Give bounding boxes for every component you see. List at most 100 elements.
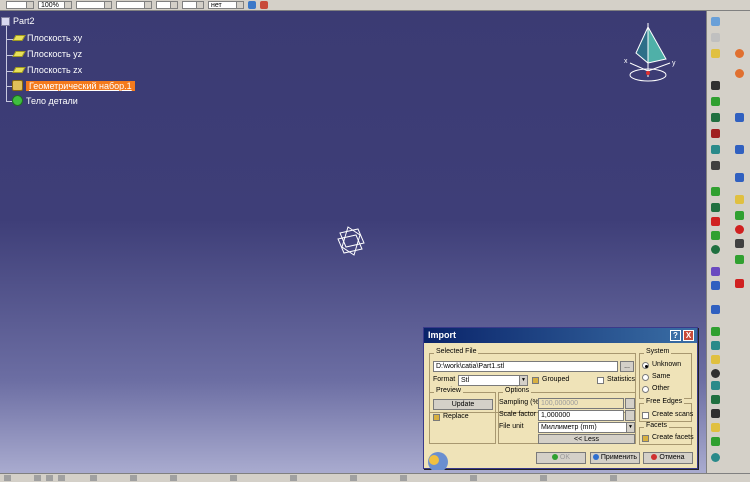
file-unit-select[interactable]: Миллиметр (mm) ▼ (538, 422, 635, 433)
tool-icon[interactable] (711, 423, 720, 432)
tool-icon[interactable] (711, 305, 720, 314)
tool-icon[interactable] (711, 81, 720, 90)
system-same-radio[interactable] (642, 374, 649, 381)
lineweight-combo[interactable] (116, 1, 152, 9)
tool-icon[interactable] (735, 113, 744, 122)
tool-icon[interactable] (735, 145, 744, 154)
tree-item-label: Геометрический набор.1 (26, 80, 135, 91)
compass-icon[interactable]: y x (622, 19, 682, 91)
tool-icon[interactable] (711, 381, 720, 390)
replace-checkbox[interactable] (433, 414, 440, 421)
tool-icon[interactable] (735, 195, 744, 204)
tool-icon[interactable] (711, 341, 720, 350)
tool-icon[interactable] (711, 281, 720, 290)
tool-icon[interactable] (711, 217, 720, 226)
tool-icon[interactable] (711, 453, 720, 462)
tool-icon[interactable] (711, 187, 720, 196)
layer-combo[interactable]: нет (208, 1, 244, 9)
tree-item-plane-xy[interactable]: Плоскость xy (12, 33, 82, 43)
tool-icon[interactable] (46, 475, 53, 481)
tool-icon[interactable] (711, 203, 720, 212)
tool-icon[interactable] (711, 231, 720, 240)
scale-factor-label: Scale factor (499, 411, 536, 418)
tool-icon[interactable] (130, 475, 137, 481)
tool-icon[interactable] (350, 475, 357, 481)
system-other-radio[interactable] (642, 386, 649, 393)
tool-icon[interactable] (170, 475, 177, 481)
tool-icon[interactable] (711, 395, 720, 404)
tool-icon[interactable] (711, 267, 720, 276)
sketch-icon[interactable] (711, 17, 720, 26)
tool-icon[interactable] (735, 279, 744, 288)
preview-group: Preview Update Replace (429, 387, 496, 444)
grouped-checkbox[interactable] (532, 377, 539, 384)
tool-icon[interactable] (711, 437, 720, 446)
tool-icon[interactable] (230, 475, 237, 481)
tool-icon[interactable] (711, 369, 720, 378)
apply-icon (592, 454, 599, 461)
create-scans-checkbox[interactable] (642, 412, 649, 419)
close-button[interactable]: X (683, 330, 694, 341)
tree-item-plane-yz[interactable]: Плоскость yz (12, 49, 82, 59)
tool-icon[interactable] (90, 475, 97, 481)
tool-icon[interactable] (735, 225, 744, 234)
layer-icon-combo[interactable] (182, 1, 204, 9)
zoom-combo[interactable]: 100% (38, 1, 72, 9)
sampling-spinner[interactable] (625, 398, 635, 409)
system-other-label: Other (652, 385, 670, 392)
tool-icon[interactable] (711, 97, 720, 106)
tool-icon[interactable] (470, 475, 477, 481)
system-group: System Unknown Same Other (639, 348, 692, 399)
tool-icon[interactable] (735, 49, 744, 58)
tree-item-plane-zx[interactable]: Плоскость zx (12, 65, 82, 75)
tree-root[interactable]: Part2 (1, 16, 35, 26)
tool-icon[interactable] (290, 475, 297, 481)
tool-icon[interactable] (610, 475, 617, 481)
tool-icon[interactable] (711, 145, 720, 154)
tool-icon[interactable] (711, 129, 720, 138)
less-button[interactable]: << Less (538, 434, 635, 444)
tool-icon[interactable] (400, 475, 407, 481)
tool-icon[interactable] (735, 173, 744, 182)
point-combo[interactable] (156, 1, 178, 9)
tool-icon[interactable] (711, 409, 720, 418)
format-select[interactable]: Stl ▼ (458, 375, 528, 386)
create-facets-checkbox[interactable] (642, 435, 649, 442)
properties-icon[interactable] (260, 1, 268, 9)
tool-icon[interactable] (711, 49, 720, 58)
system-unknown-radio[interactable] (642, 362, 649, 369)
tool-icon[interactable] (735, 69, 744, 78)
tree-item-geometric-set[interactable]: Геометрический набор.1 (12, 80, 135, 91)
tool-icon[interactable] (711, 327, 720, 336)
linetype-combo[interactable] (76, 1, 112, 9)
tool-icon[interactable] (711, 161, 720, 170)
dialog-titlebar[interactable]: Import ? X (424, 328, 697, 343)
tool-icon[interactable] (735, 255, 744, 264)
tool-icon[interactable] (58, 475, 65, 481)
color-combo[interactable] (6, 1, 34, 9)
tool-icon[interactable] (711, 33, 720, 42)
tool-icon[interactable] (540, 475, 547, 481)
tool-icon[interactable] (34, 475, 41, 481)
tool-icon[interactable] (4, 475, 11, 481)
tool-icon[interactable] (711, 113, 720, 122)
statistics-checkbox[interactable] (597, 377, 604, 384)
ok-button[interactable]: OK (536, 452, 586, 464)
tool-icon[interactable] (711, 355, 720, 364)
apply-button[interactable]: Применить (590, 452, 640, 464)
paint-icon[interactable] (248, 1, 256, 9)
geometric-set-icon (12, 80, 23, 91)
axis-system-icon[interactable] (334, 225, 370, 257)
tool-icon[interactable] (735, 239, 744, 248)
file-path-field[interactable]: D:\work\catia\Part1.stl (433, 361, 618, 372)
sampling-field[interactable]: 100,000000 (538, 398, 624, 409)
scale-factor-field[interactable]: 1,000000 (538, 410, 624, 421)
cancel-button[interactable]: Отмена (643, 452, 693, 464)
tree-item-part-body[interactable]: Тело детали (12, 95, 78, 106)
update-button[interactable]: Update (433, 399, 493, 410)
help-button[interactable]: ? (670, 330, 681, 341)
browse-button[interactable]: ... (620, 361, 634, 372)
tool-icon[interactable] (735, 211, 744, 220)
tool-icon[interactable] (711, 245, 720, 254)
scale-factor-spinner[interactable] (625, 410, 635, 421)
